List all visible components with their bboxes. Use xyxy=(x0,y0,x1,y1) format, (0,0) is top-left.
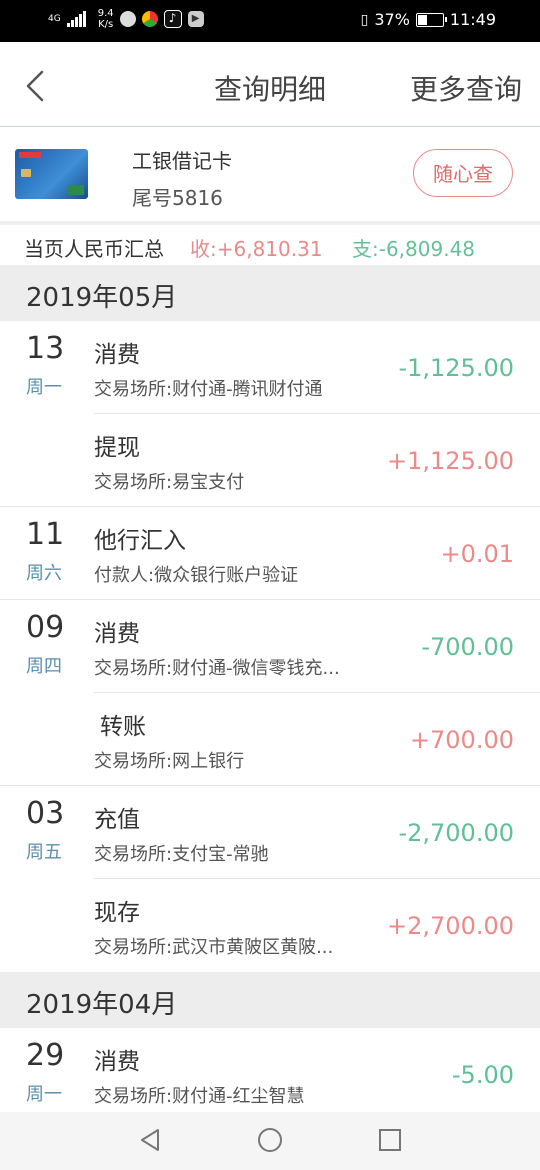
summary-expense: 支:-6,809.48 xyxy=(352,237,476,261)
wechat-icon xyxy=(119,11,136,27)
transaction-weekday: 周六 xyxy=(26,563,62,584)
transaction-desc: 交易场所:财付通-腾讯财付通 xyxy=(94,379,323,400)
transaction-amount: +0.01 xyxy=(440,540,514,568)
transaction-row[interactable]: 11 周六 他行汇入 付款人:微众银行账户验证 +0.01 xyxy=(0,507,540,600)
transaction-amount: -700.00 xyxy=(421,633,514,661)
page-summary: 当页人民币汇总 收:+6,810.31 支:-6,809.48 xyxy=(0,225,540,265)
bank-logo-icon xyxy=(19,152,41,158)
month-header: 2019年04月 xyxy=(0,972,540,1028)
transaction-row[interactable]: 提现 交易场所:易宝支付 +1,125.00 xyxy=(0,414,540,507)
home-circle-icon[interactable] xyxy=(257,1127,283,1153)
month-label: 2019年05月 xyxy=(26,283,178,313)
nav-bar: 查询明细 更多查询 xyxy=(0,42,540,127)
transaction-row[interactable]: 13 周一 消费 交易场所:财付通-腾讯财付通 -1,125.00 xyxy=(0,321,540,414)
transaction-weekday: 周一 xyxy=(26,1084,62,1105)
flexible-query-button[interactable]: 随心查 xyxy=(413,149,513,197)
transaction-day: 29 xyxy=(26,1038,65,1073)
transaction-amount: -1,125.00 xyxy=(398,354,514,382)
more-query-button[interactable]: 更多查询 xyxy=(410,68,522,108)
card-tail-number: 尾号5816 xyxy=(132,186,223,210)
browser-icon xyxy=(141,11,158,27)
transaction-weekday: 周一 xyxy=(26,377,62,398)
transaction-title: 他行汇入 xyxy=(94,528,186,554)
battery-percent: 37% xyxy=(374,10,410,29)
transaction-title: 充值 xyxy=(94,807,140,833)
transaction-row[interactable]: 现存 交易场所:武汉市黄陂区黄陂... +2,700.00 xyxy=(0,879,540,972)
transaction-weekday: 周五 xyxy=(26,842,62,863)
transaction-title: 现存 xyxy=(94,900,140,926)
tiktok-icon: ♪ xyxy=(163,10,182,28)
transaction-weekday: 周四 xyxy=(26,656,62,677)
transaction-title: 消费 xyxy=(94,1049,140,1075)
transaction-desc: 交易场所:支付宝-常驰 xyxy=(94,844,269,865)
summary-income: 收:+6,810.31 xyxy=(190,237,323,261)
transaction-row[interactable]: 09 周四 消费 交易场所:财付通-微信零钱充... -700.00 xyxy=(0,600,540,693)
transaction-day: 03 xyxy=(26,796,65,831)
month-header: 2019年05月 xyxy=(0,265,540,321)
card-chip-icon xyxy=(21,169,31,177)
transaction-desc: 交易场所:财付通-红尘智慧 xyxy=(94,1086,305,1107)
transaction-day: 09 xyxy=(26,610,65,645)
transaction-amount: -2,700.00 xyxy=(398,819,514,847)
status-right: ▯ 37% 11:49 xyxy=(361,10,496,29)
clock: 11:49 xyxy=(449,10,496,29)
vibrate-icon: ▯ xyxy=(360,11,369,28)
transaction-desc: 付款人:微众银行账户验证 xyxy=(94,565,299,586)
video-icon: ▶ xyxy=(187,11,204,27)
unionpay-icon xyxy=(68,185,84,195)
transaction-row[interactable]: 转账 交易场所:网上银行 +700.00 xyxy=(0,693,540,786)
network-type: 4G xyxy=(48,13,61,24)
status-bar: 4G 9.4 K/s ♪ ▶ ▯ 37% 11:49 xyxy=(0,0,540,42)
transaction-amount: +1,125.00 xyxy=(387,447,514,475)
transaction-row[interactable]: 29 周一 消费 交易场所:财付通-红尘智慧 -5.00 xyxy=(0,1028,540,1112)
back-triangle-icon[interactable] xyxy=(138,1127,162,1153)
transaction-desc: 交易场所:网上银行 xyxy=(94,751,245,772)
speed-unit: K/s xyxy=(98,19,114,30)
card-image xyxy=(15,149,88,199)
card-name: 工银借记卡 xyxy=(132,149,232,173)
transaction-title: 转账 xyxy=(100,714,146,740)
recents-square-icon[interactable] xyxy=(378,1127,402,1153)
transaction-title: 消费 xyxy=(94,621,140,647)
network-speed: 9.4 K/s xyxy=(98,8,114,30)
transaction-row[interactable]: 03 周五 充值 交易场所:支付宝-常驰 -2,700.00 xyxy=(0,786,540,879)
transaction-amount: +700.00 xyxy=(409,726,514,754)
transaction-day: 13 xyxy=(26,331,65,366)
signal-icon xyxy=(66,11,86,27)
transaction-desc: 交易场所:武汉市黄陂区黄陂... xyxy=(94,937,334,958)
transaction-desc: 交易场所:财付通-微信零钱充... xyxy=(94,658,340,679)
month-label: 2019年04月 xyxy=(26,990,178,1020)
speed-value: 9.4 xyxy=(97,8,114,19)
transaction-title: 消费 xyxy=(94,342,140,368)
battery-icon xyxy=(415,12,447,27)
transaction-amount: +2,700.00 xyxy=(387,912,514,940)
transaction-title: 提现 xyxy=(94,435,140,461)
transaction-amount: -5.00 xyxy=(451,1061,514,1089)
system-nav-bar xyxy=(0,1112,540,1170)
summary-label: 当页人民币汇总 xyxy=(24,237,164,261)
transaction-day: 11 xyxy=(26,517,65,552)
transaction-desc: 交易场所:易宝支付 xyxy=(94,472,245,493)
status-left: 4G 9.4 K/s ♪ ▶ xyxy=(48,8,204,30)
